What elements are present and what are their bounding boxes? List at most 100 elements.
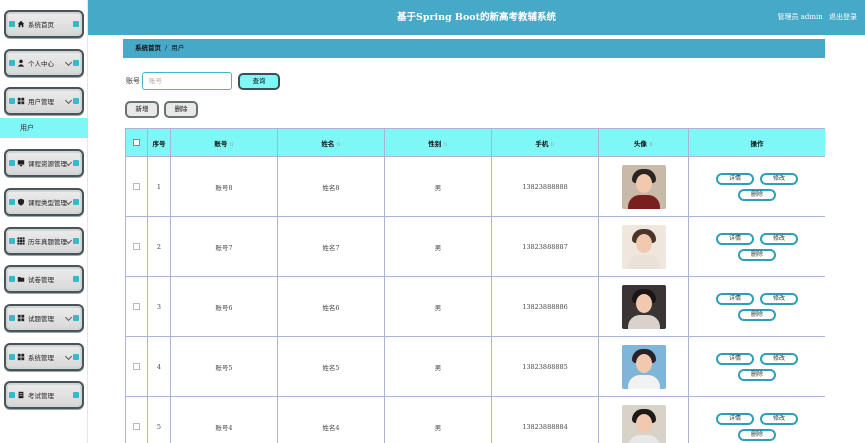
detail-button[interactable]: 详情 [716, 232, 754, 245]
edit-button[interactable]: 修改 [760, 352, 798, 365]
edit-button[interactable]: 修改 [760, 292, 798, 305]
cell-ops: 详情 修改 删除 [688, 336, 825, 397]
chevron-down-icon [64, 313, 73, 322]
row-delete-button[interactable]: 删除 [738, 248, 776, 261]
sidebar-item-label: 试卷管理 [28, 276, 54, 284]
row-select-cell[interactable] [125, 336, 148, 397]
avatar[interactable] [621, 164, 666, 209]
avatar[interactable] [621, 284, 666, 329]
sidebar-item-questions[interactable]: 试题管理 [4, 304, 84, 332]
cell-gender: 男 [384, 216, 492, 277]
detail-button[interactable]: 详情 [716, 172, 754, 185]
detail-button[interactable]: 详情 [716, 412, 754, 425]
avatar[interactable] [621, 404, 666, 443]
row-checkbox[interactable] [133, 363, 140, 370]
row-select-cell[interactable] [125, 276, 148, 337]
sidebar-item-papers[interactable]: 试卷管理 [4, 265, 84, 293]
cell-index: 1 [147, 156, 171, 217]
row-delete-button[interactable]: 删除 [738, 428, 776, 441]
cell-avatar [598, 336, 689, 397]
folder-icon [17, 277, 25, 282]
cell-index: 4 [147, 336, 171, 397]
document-icon [18, 391, 24, 399]
chevron-down-icon [64, 58, 73, 67]
cell-account: 账号7 [170, 216, 278, 277]
breadcrumb-home[interactable]: 系统首页 [135, 44, 161, 52]
row-checkbox[interactable] [133, 423, 140, 430]
row-checkbox[interactable] [133, 183, 140, 190]
sidebar-item-users[interactable]: 用户管理 [4, 87, 84, 115]
cell-name: 姓名8 [277, 156, 385, 217]
sort-icon[interactable]: ⇅ [443, 142, 447, 148]
avatar[interactable] [621, 344, 666, 389]
row-select-cell[interactable] [125, 216, 148, 277]
header-index: 序号 [147, 128, 171, 157]
cell-avatar [598, 396, 689, 443]
sidebar-subitem-users[interactable]: 用户 [0, 118, 88, 138]
header-avatar[interactable]: 头像 ⇅ [598, 128, 689, 157]
select-all-header[interactable] [125, 128, 148, 157]
sort-icon[interactable]: ⇅ [229, 142, 233, 148]
header-name[interactable]: 姓名 ⇅ [277, 128, 385, 157]
sidebar-item-exams[interactable]: 考试管理 [4, 381, 84, 409]
user-role: 管理员 admin [777, 13, 823, 21]
cell-phone: 13823888888 [491, 156, 599, 217]
row-delete-button[interactable]: 删除 [738, 368, 776, 381]
sidebar-item-home[interactable]: 系统首页 [4, 10, 84, 38]
search-input[interactable] [142, 72, 232, 90]
user-area: 管理员 admin 退出登录 [774, 0, 858, 35]
sidebar-item-past-exams[interactable]: 历年真题管理 [4, 227, 84, 255]
header-gender[interactable]: 性别 ⇅ [384, 128, 492, 157]
sort-icon[interactable]: ⇅ [550, 142, 554, 148]
app-title: 基于Spring Boot的新高考教辅系统 [396, 12, 557, 23]
cell-account: 账号8 [170, 156, 278, 217]
cell-phone: 13823888886 [491, 276, 599, 337]
table-row: 3 账号6 姓名6 男 13823888886 详情 修改 删除 [125, 276, 825, 337]
apps-icon [17, 237, 25, 245]
sidebar-item-label: 用户管理 [28, 98, 54, 106]
select-all-checkbox[interactable] [133, 139, 140, 146]
detail-button[interactable]: 详情 [716, 292, 754, 305]
row-checkbox[interactable] [133, 243, 140, 250]
grid-icon [17, 97, 25, 105]
cell-index: 5 [147, 396, 171, 443]
row-select-cell[interactable] [125, 156, 148, 217]
edit-button[interactable]: 修改 [760, 232, 798, 245]
add-button[interactable]: 新增 [125, 101, 159, 118]
sidebar-item-course-resources[interactable]: 课程资源管理 [4, 149, 84, 177]
header-phone[interactable]: 手机 ⇅ [491, 128, 599, 157]
row-delete-button[interactable]: 删除 [738, 308, 776, 321]
cell-ops: 详情 修改 删除 [688, 156, 825, 217]
edit-button[interactable]: 修改 [760, 412, 798, 425]
row-select-cell[interactable] [125, 396, 148, 443]
cell-ops: 详情 修改 删除 [688, 396, 825, 443]
delete-button[interactable]: 删除 [164, 101, 198, 118]
detail-button[interactable]: 详情 [716, 352, 754, 365]
cell-index: 2 [147, 216, 171, 277]
row-checkbox[interactable] [133, 303, 140, 310]
sidebar-item-personal[interactable]: 个人中心 [4, 49, 84, 77]
cell-phone: 13823888887 [491, 216, 599, 277]
sidebar-item-course-types[interactable]: 课程类型管理 [4, 188, 84, 216]
sidebar-item-label: 课程资源管理 [28, 160, 67, 168]
sidebar-item-label: 历年真题管理 [28, 238, 67, 246]
header-account[interactable]: 账号 ⇅ [170, 128, 278, 157]
cell-index: 3 [147, 276, 171, 337]
logout-link[interactable]: 退出登录 [829, 13, 857, 21]
cell-ops: 详情 修改 删除 [688, 276, 825, 337]
cell-gender: 男 [384, 336, 492, 397]
sort-icon[interactable]: ⇅ [649, 142, 653, 148]
sidebar-item-system[interactable]: 系统管理 [4, 343, 84, 371]
edit-button[interactable]: 修改 [760, 172, 798, 185]
cell-gender: 男 [384, 396, 492, 443]
cell-name: 姓名7 [277, 216, 385, 277]
sort-icon[interactable]: ⇅ [336, 142, 340, 148]
query-button[interactable]: 查询 [238, 73, 280, 90]
sidebar-item-label: 考试管理 [28, 392, 54, 400]
users-table: 序号 账号 ⇅ 姓名 ⇅ 性别 ⇅ 手机 ⇅ 头像 ⇅ 操作 1 账号8 姓名8 男 13… [125, 128, 825, 443]
table-row: 2 账号7 姓名7 男 13823888887 详情 修改 删除 [125, 216, 825, 277]
avatar[interactable] [621, 224, 666, 269]
sidebar-item-label: 个人中心 [28, 60, 54, 68]
row-delete-button[interactable]: 删除 [738, 188, 776, 201]
sidebar-item-label: 课程类型管理 [28, 199, 67, 207]
